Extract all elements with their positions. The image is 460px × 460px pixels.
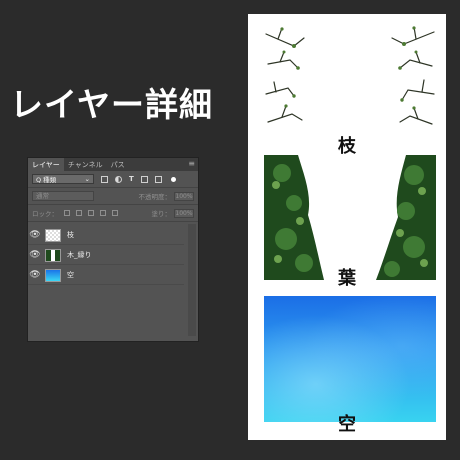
- eye-icon[interactable]: 👁: [28, 230, 42, 240]
- leaf-caption: 葉: [338, 268, 356, 289]
- opacity-input[interactable]: 100%: [174, 191, 194, 201]
- opacity-label: 不透明度：: [138, 193, 172, 201]
- layer-filter-select[interactable]: Q 種類 ⌄: [32, 174, 94, 184]
- layers-panel: レイヤー チャンネル パス ≡ Q 種類 ⌄ T 通常 不透明度： 100% ロ…: [27, 157, 199, 342]
- layer-list: 👁 枝 👁 木_縁り 👁 空: [28, 226, 198, 285]
- text-filter-icon[interactable]: T: [129, 175, 134, 183]
- lock-transparent-icon[interactable]: [64, 210, 70, 216]
- layer-thumbnail: [45, 248, 61, 262]
- filter-label: Q 種類: [36, 176, 57, 184]
- page-title: レイヤー詳細: [10, 85, 214, 124]
- tab-channels[interactable]: チャンネル: [64, 158, 107, 171]
- panel-menu-icon[interactable]: ≡: [188, 159, 195, 169]
- layer-preview-column: 枝 葉 空: [248, 14, 446, 440]
- panel-tab-bar: レイヤー チャンネル パス ≡: [28, 158, 198, 171]
- layer-row-trees[interactable]: 👁 木_縁り: [28, 246, 184, 265]
- fill-label: 塗り：: [151, 210, 172, 218]
- layer-name: 空: [67, 271, 74, 279]
- tab-layers[interactable]: レイヤー: [28, 158, 64, 171]
- layer-name: 枝: [67, 231, 74, 239]
- layer-thumbnail: [45, 268, 61, 282]
- lock-label: ロック：: [32, 210, 58, 218]
- chevron-down-icon: ⌄: [84, 175, 90, 183]
- lock-position-icon[interactable]: [88, 210, 94, 216]
- fill-input[interactable]: 100%: [174, 208, 194, 218]
- panel-scrollbar[interactable]: [188, 224, 196, 336]
- lock-image-icon[interactable]: [76, 210, 82, 216]
- lock-all-icon[interactable]: [112, 210, 118, 216]
- filter-row: Q 種類 ⌄ T: [28, 171, 198, 188]
- layer-thumbnail: [45, 228, 61, 242]
- layer-row-branch[interactable]: 👁 枝: [28, 226, 184, 245]
- leaves-preview-image: [264, 155, 436, 280]
- lock-row: ロック： 塗り： 100%: [28, 205, 198, 222]
- blend-mode-select[interactable]: 通常: [32, 191, 94, 201]
- lock-artboard-icon[interactable]: [100, 210, 106, 216]
- sky-preview-image: [264, 296, 436, 422]
- eye-icon[interactable]: 👁: [28, 270, 42, 280]
- shape-filter-icon[interactable]: [140, 175, 148, 183]
- smart-object-filter-icon[interactable]: [154, 175, 162, 183]
- filter-toggle-icon[interactable]: [170, 176, 176, 182]
- branches-preview-image: [265, 26, 435, 125]
- adjustment-filter-icon[interactable]: [115, 175, 122, 183]
- eye-icon[interactable]: 👁: [28, 250, 42, 260]
- pixel-filter-icon[interactable]: [101, 175, 108, 183]
- sky-caption: 空: [338, 414, 356, 435]
- tab-paths[interactable]: パス: [107, 158, 129, 171]
- layer-name: 木_縁り: [67, 251, 92, 259]
- blend-row: 通常 不透明度： 100%: [28, 188, 198, 205]
- layer-row-sky[interactable]: 👁 空: [28, 266, 184, 285]
